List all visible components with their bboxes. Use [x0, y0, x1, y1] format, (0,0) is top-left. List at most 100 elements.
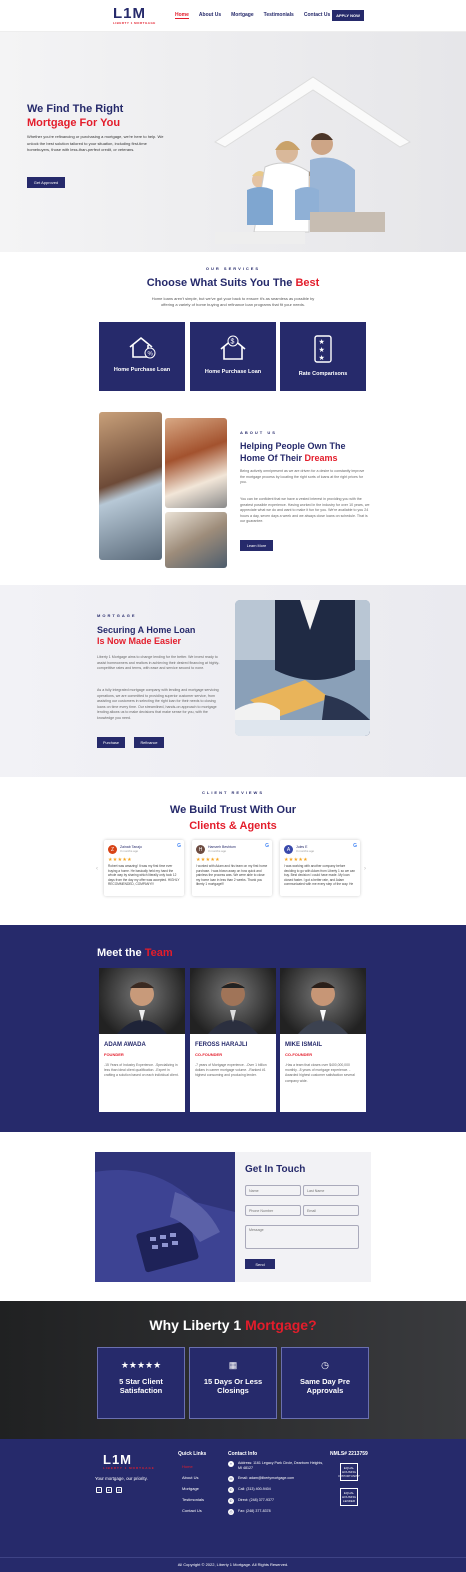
linkedin-icon[interactable]: in — [106, 1487, 112, 1493]
why-card-label: Same Day Pre Approvals — [282, 1377, 368, 1395]
about-title-line2: Home Of Their — [240, 453, 303, 463]
team-member-bio: -7 years of Mortgage experience. -Over 1… — [195, 1063, 267, 1078]
name-input[interactable] — [245, 1185, 301, 1196]
call-text: Call: (313) 400-9404 — [238, 1487, 271, 1491]
footer-link-mortgage[interactable]: Mortgage — [182, 1486, 204, 1491]
contact-form: Get In Touch Send — [235, 1152, 371, 1282]
nav-home[interactable]: Home — [175, 12, 189, 19]
team-member-photo — [99, 968, 185, 1034]
direct-text: Direct: (248) 377-9377 — [238, 1498, 274, 1502]
mortgage-title: Securing A Home Loan Is Now Made Easier — [97, 625, 195, 647]
services-kicker: OUR SERVICES — [205, 266, 261, 271]
services-title: Choose What Suits You The Best — [0, 277, 466, 289]
main-nav: Home About Us Mortgage Testimonials Cont… — [175, 12, 330, 19]
footer-link-home[interactable]: Home — [182, 1464, 204, 1469]
address-text: Address: 1161 Legacy Park Circle, Dearbo… — [238, 1461, 324, 1470]
footer-link-testimonials[interactable]: Testimonials — [182, 1497, 204, 1502]
house-dollar-icon: $ — [220, 335, 246, 360]
hero-title-line1: We Find The Right — [27, 103, 124, 115]
last-name-input[interactable] — [303, 1185, 359, 1196]
service-card-label: Home Purchase Loan — [204, 369, 262, 375]
purchase-button[interactable]: Purchase — [97, 737, 125, 748]
google-icon: G — [353, 843, 357, 849]
clock-icon: ◷ — [321, 1360, 329, 1370]
service-card-rates[interactable]: ★ ★ ★ Rate Comparisons — [280, 322, 366, 391]
service-card-label: Rate Comparisons — [298, 371, 348, 377]
family-house-photo — [214, 76, 411, 244]
about-photo-couple — [99, 412, 162, 560]
logo[interactable]: L1M LIBERTY 1 MORTGAGE — [113, 5, 156, 25]
footer-link-about[interactable]: About Us — [182, 1475, 204, 1480]
contact-info: ⌖ Address: 1161 Legacy Park Circle, Dearb… — [228, 1461, 328, 1520]
team-member-role: CO-FOUNDER — [195, 1052, 223, 1057]
service-card-purchase[interactable]: % Home Purchase Loan — [99, 322, 185, 391]
team-member-role: CO-FOUNDER — [285, 1052, 313, 1057]
review-card: A Jules E 3 months ago G ★★★★★ I was wor… — [280, 840, 360, 896]
carousel-next-icon[interactable]: › — [364, 866, 366, 872]
svg-text:★: ★ — [319, 338, 325, 346]
social-links: f in ◎ — [96, 1487, 122, 1493]
team-card: ADAM AWADA FOUNDER -15 Years of Industry… — [99, 968, 185, 1112]
house-percent-icon: % — [129, 336, 156, 359]
phone-input[interactable] — [245, 1205, 301, 1216]
refinance-button[interactable]: Refinance — [134, 737, 164, 748]
why-card-label: 15 Days Or Less Closings — [190, 1377, 276, 1395]
service-card-purchase-2[interactable]: $ Home Purchase Loan — [190, 322, 276, 391]
team-title-main: Meet the — [97, 947, 142, 959]
contact-title: Get In Touch — [245, 1164, 306, 1175]
about-kicker: ABOUT US — [240, 430, 277, 435]
mortgage-title-line1: Securing A Home Loan — [97, 625, 196, 635]
carousel-prev-icon[interactable]: ‹ — [96, 866, 98, 872]
about-title-accent: Dreams — [304, 453, 338, 463]
fax-item: ⎙ Fax: (248) 377-8378 — [228, 1509, 328, 1515]
reviewer-avatar: H — [196, 845, 205, 854]
facebook-icon[interactable]: f — [96, 1487, 102, 1493]
team-member-photo — [280, 968, 366, 1034]
direct-item[interactable]: ✆ Direct: (248) 377-9377 — [228, 1498, 328, 1504]
mortgage-kicker: MORTGAGE — [97, 613, 137, 618]
fax-text: Fax: (248) 377-8378 — [238, 1509, 271, 1513]
why-title: Why Liberty 1 Mortgage? — [0, 1317, 466, 1333]
review-stars: ★★★★★ — [284, 857, 308, 863]
email-text: Email: adam@libertymortgage.com — [238, 1476, 295, 1480]
instagram-icon[interactable]: ◎ — [116, 1487, 122, 1493]
apply-now-button[interactable]: APPLY NOW — [332, 10, 364, 21]
learn-more-button[interactable]: Learn More — [240, 540, 273, 551]
email-input[interactable] — [303, 1205, 359, 1216]
hero-section: We Find The Right Mortgage For You Whethe… — [0, 32, 466, 252]
send-button[interactable]: Send — [245, 1259, 275, 1269]
quick-links: Home About Us Mortgage Testimonials Cont… — [182, 1464, 204, 1519]
nav-mortgage[interactable]: Mortgage — [231, 12, 254, 19]
why-card-satisfaction: ★★★★★ 5 Star Client Satisfaction — [97, 1347, 185, 1419]
team-member-role: FOUNDER — [104, 1052, 124, 1057]
google-icon: G — [265, 843, 269, 849]
nav-contact[interactable]: Contact Us — [304, 12, 330, 19]
team-title: Meet the Team — [97, 947, 173, 959]
fax-icon: ⎙ — [228, 1509, 234, 1515]
team-card: FEROSS HARAJLI CO-FOUNDER -7 years of Mo… — [190, 968, 276, 1112]
reviews-kicker: CLIENT REVIEWS — [201, 790, 264, 795]
footer-logo-text: L1M — [103, 1452, 132, 1467]
get-approved-button[interactable]: Get Approved — [27, 177, 65, 188]
contact-info-heading: Contact Info — [228, 1451, 258, 1457]
why-card-label: 5 Star Client Satisfaction — [98, 1377, 184, 1395]
footer-link-contact[interactable]: Contact Us — [182, 1508, 204, 1513]
why-card-approvals: ◷ Same Day Pre Approvals — [281, 1347, 369, 1419]
calculator-photo — [95, 1152, 235, 1282]
call-item[interactable]: ✆ Call: (313) 400-9404 — [228, 1487, 328, 1493]
address-item: ⌖ Address: 1161 Legacy Park Circle, Dearb… — [228, 1461, 328, 1471]
message-input[interactable] — [245, 1225, 359, 1249]
why-title-main: Why Liberty 1 — [149, 1317, 242, 1333]
service-card-label: Home Purchase Loan — [113, 367, 171, 373]
footer-logo[interactable]: L1M LIBERTY 1 MORTGAGE — [103, 1452, 155, 1470]
about-photo-living-room — [165, 512, 227, 568]
email-item[interactable]: ✉ Email: adam@libertymortgage.com — [228, 1476, 328, 1482]
why-card-line2: Closings — [217, 1386, 249, 1395]
google-icon: G — [177, 843, 181, 849]
nav-testimonials[interactable]: Testimonials — [264, 12, 294, 19]
rating-stars-icon: ★★★ — [314, 335, 332, 363]
nav-about[interactable]: About Us — [199, 12, 221, 19]
svg-text:$: $ — [231, 339, 235, 346]
logo-text: L1M — [113, 5, 146, 22]
hero-title: We Find The Right Mortgage For You — [27, 102, 123, 130]
